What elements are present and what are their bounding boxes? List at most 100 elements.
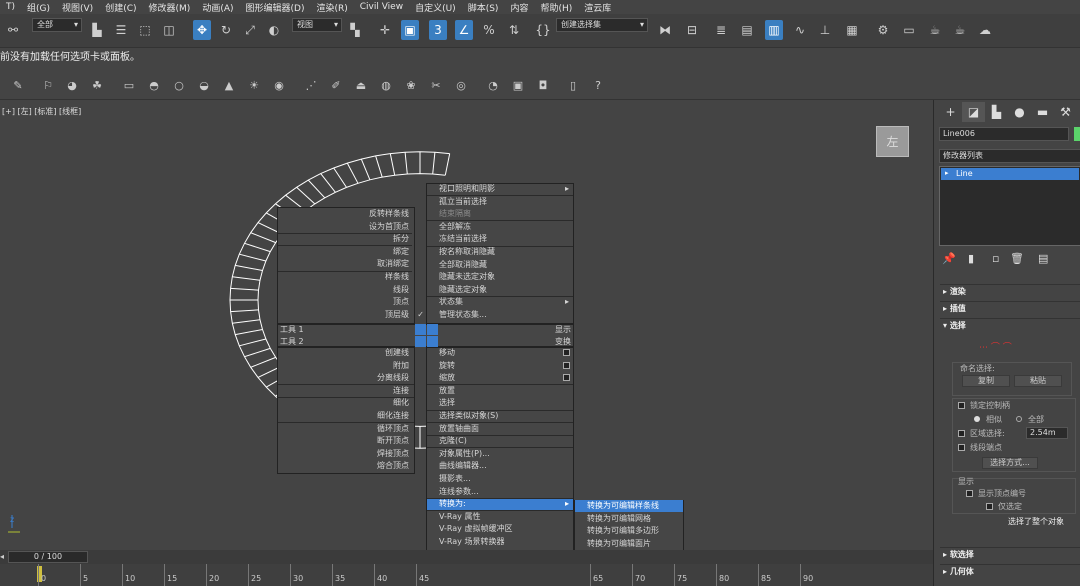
rb-item-6[interactable]: 放置轴曲面 [427,423,573,435]
convert-item-3[interactable]: 转换为可编辑面片 [575,538,683,550]
ambient-light-icon[interactable]: ◉ [271,77,287,93]
menu-item-4[interactable]: 修改器(M) [143,1,197,14]
stack-item-line[interactable]: Line [941,168,1079,180]
rb-item-2[interactable]: 缩放 [427,372,573,384]
menu-item-3[interactable]: 创建(C) [99,1,142,14]
object-name-field[interactable]: Line006 [939,127,1069,141]
track-bar[interactable]: 0 5 10 15 20 25 30 35 40 45 65 70 75 80 85 90 [0,564,933,586]
rt-item-6[interactable]: 全部取消隐藏 [427,259,573,271]
lb-item-8[interactable]: 焊接顶点 [278,448,412,460]
subobject-level-icons[interactable]: ⋯ ⌒ ⌒ [979,340,1012,353]
camera-icon[interactable]: ⚐ [40,77,56,93]
rb-item-9[interactable]: 曲线编辑器... [427,460,573,472]
angle-snap-icon[interactable]: ∠ [455,20,473,40]
select-by-name-icon[interactable]: ☰ [112,20,130,40]
rollout-geometry[interactable]: ▸ 几何体 [940,564,1080,578]
layer-explorer-icon[interactable]: ≣ [712,20,730,40]
quad-center-tl[interactable] [415,324,426,335]
rb-item-0[interactable]: 移动 [427,347,573,359]
window-crossing-icon[interactable]: ◫ [160,20,178,40]
copy-button[interactable]: 复制 [962,375,1010,387]
menu-item-1[interactable]: 组(G) [21,1,56,14]
rollout-soft-selection[interactable]: ▸ 软选择 [940,547,1080,561]
object-color-swatch[interactable] [1074,127,1080,141]
ies-light-icon[interactable]: ▲ [221,77,237,93]
lock-handles-checkbox[interactable] [958,402,965,409]
frame-buffer-icon[interactable]: ▣ [510,77,526,93]
motion-tab-icon[interactable]: ● [1008,102,1031,122]
selection-filter-dropdown[interactable]: 全部 [32,18,82,32]
all-radio[interactable] [1016,416,1022,422]
area-select-checkbox[interactable] [958,430,965,437]
similar-radio[interactable] [974,416,980,422]
scale-icon[interactable]: ⤢ [241,20,259,40]
rb-item-8[interactable]: 对象属性(P)... [427,448,573,460]
lt-item-8[interactable]: 顶层级 ✓ [278,309,424,321]
pin-stack-icon[interactable]: 📌 [942,252,956,265]
menu-item-8[interactable]: Civil View [354,2,409,12]
rt-item-10[interactable]: 管理状态集... [427,309,573,321]
menu-item-9[interactable]: 自定义(U) [409,1,462,14]
menu-item-10[interactable]: 脚本(S) [462,1,505,14]
rollout-selection[interactable]: ▾ 选择 [940,318,1080,332]
snap-3d-icon[interactable]: 3 [429,20,447,40]
modifier-list-dropdown[interactable]: 修改器列表 [939,149,1080,163]
proxy-icon[interactable]: ✐ [328,77,344,93]
time-slider[interactable]: 0 / 100 [8,551,88,563]
vray-physical-camera-icon[interactable]: ☘ [89,77,105,93]
menu-item-2[interactable]: 视图(V) [56,1,99,14]
render-frame-icon[interactable]: ▭ [900,20,918,40]
material-icon[interactable]: ◔ [485,77,501,93]
hierarchy-tab-icon[interactable]: ▙ [985,102,1008,122]
rt-item-9[interactable]: 状态集 ▸ [427,296,573,308]
show-end-result-icon[interactable]: ▮ [968,252,974,265]
lt-item-3[interactable]: 绑定 [278,246,412,258]
lt-item-5[interactable]: 样条线 [278,271,412,283]
utilities-tab-icon[interactable]: ⚒ [1054,102,1077,122]
expand-arrow-icon[interactable]: ▸ [945,169,949,177]
sphere-proxy-icon[interactable]: ◍ [378,77,394,93]
lb-item-1[interactable]: 附加 [278,360,412,372]
lt-item-2[interactable]: 拆分 [278,233,412,245]
clipper-icon[interactable]: ✂ [428,77,444,93]
rt-item-8[interactable]: 隐藏选定对象 [427,284,573,296]
sphere-light-icon[interactable]: ◕ [64,77,80,93]
rt-item-3[interactable]: 全部解冻 [427,221,573,233]
settings-box-icon[interactable] [563,361,570,369]
rollout-render[interactable]: ▸ 渲染 [940,284,1080,298]
menu-item-12[interactable]: 帮助(H) [534,1,578,14]
rt-item-2[interactable]: 结束隔离 [427,208,573,220]
edit-named-sel-icon[interactable]: {} [534,20,552,40]
lb-item-0[interactable]: 创建线 [278,347,412,359]
sphere-icon[interactable]: ○ [171,77,187,93]
curve-editor-icon[interactable]: ∿ [791,20,809,40]
menu-item-11[interactable]: 内容 [504,1,534,14]
rb-item-11[interactable]: 连线参数... [427,486,573,498]
quad-center-bl[interactable] [415,336,426,347]
rb-item-4[interactable]: 选择 [427,397,573,409]
rt-item-1[interactable]: 孤立当前选择 [427,196,573,208]
keyboard-shortcut-icon[interactable]: ▣ [401,20,419,40]
rb-item-14[interactable]: V-Ray 虚拟帧缓冲区 [427,523,573,535]
pivot-icon[interactable]: ▚ [346,20,364,40]
ribbon-icon[interactable]: ▥ [765,20,783,40]
rt-item-7[interactable]: 隐藏未选定对象 [427,271,573,283]
displacement-icon[interactable]: ◎ [453,77,469,93]
lb-item-4[interactable]: 细化 [278,397,412,409]
move-icon[interactable]: ✥ [193,20,211,40]
quad-center-br[interactable] [427,336,438,347]
lt-item-7[interactable]: 顶点 [278,296,412,308]
menu-item-13[interactable]: 渲云库 [578,1,617,14]
only-selected-checkbox[interactable] [986,503,993,510]
named-selection-dropdown[interactable]: 创建选择集 [556,18,648,32]
percent-snap-icon[interactable]: % [480,20,498,40]
lb-item-9[interactable]: 熔合顶点 [278,460,412,472]
rt-item-4[interactable]: 冻结当前选择 [427,233,573,245]
area-select-spinner[interactable]: 2.54m [1026,427,1068,439]
convert-item-0[interactable]: 转换为可编辑样条线 [575,500,683,512]
menu-item-0[interactable]: T) [0,2,21,12]
create-tab-icon[interactable]: + [939,102,962,122]
rollout-interp[interactable]: ▸ 插值 [940,301,1080,315]
display-tab-icon[interactable]: ▬ [1031,102,1054,122]
scene-converter-icon[interactable]: ◘ [535,77,551,93]
